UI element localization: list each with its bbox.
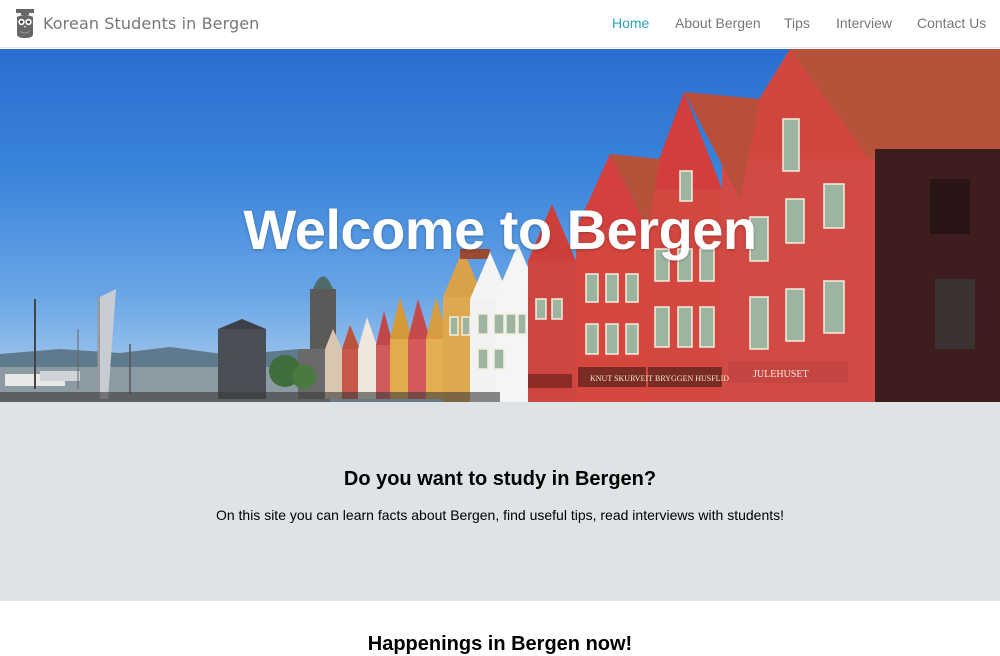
nav-link-about-bergen[interactable]: About Bergen	[675, 0, 761, 48]
owl-logo-icon	[16, 8, 34, 38]
brand-link[interactable]: Korean Students in Bergen	[15, 8, 260, 39]
shop-sign-julehuset: JULEHUSET	[753, 369, 809, 380]
shop-sign-knut-skurveit: KNUT SKURVEIT	[590, 374, 653, 383]
happenings-section: Happenings in Bergen now!	[0, 601, 1000, 655]
shop-sign-bryggen-husflid: BRYGGEN HUSFLID	[655, 374, 729, 383]
hero-banner: KNUT SKURVEIT BRYGGEN HUSFLID JULEHUSET …	[0, 49, 1000, 402]
intro-text: On this site you can learn facts about B…	[215, 507, 785, 523]
nav-link-interview[interactable]: Interview	[836, 0, 892, 48]
nav-link-tips[interactable]: Tips	[784, 0, 810, 48]
happenings-heading: Happenings in Bergen now!	[367, 633, 633, 655]
navbar: Korean Students in Bergen Home About Ber…	[0, 0, 1000, 48]
brand-name: Korean Students in Bergen	[43, 14, 260, 33]
intro-section: Do you want to study in Bergen? On this …	[0, 402, 1000, 601]
hero-title: Welcome to Bergen	[243, 198, 757, 261]
nav-link-home[interactable]: Home	[612, 0, 649, 48]
nav-link-contact-us[interactable]: Contact Us	[917, 0, 986, 48]
intro-heading: Do you want to study in Bergen?	[343, 468, 657, 490]
